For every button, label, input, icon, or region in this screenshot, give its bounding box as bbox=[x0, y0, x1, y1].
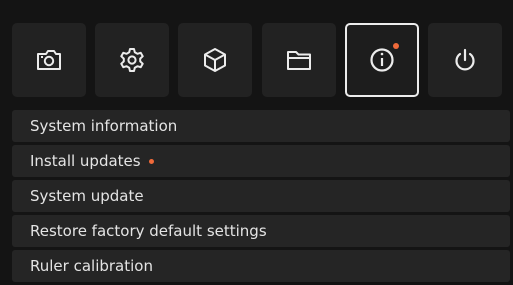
cube-icon bbox=[204, 48, 227, 72]
tab-info[interactable] bbox=[344, 23, 419, 97]
tab-camera[interactable] bbox=[12, 23, 86, 97]
settings-panel: System information Install updates Syste… bbox=[0, 0, 513, 282]
menu-item-system-information[interactable]: System information bbox=[12, 110, 510, 142]
camera-icon bbox=[37, 50, 61, 70]
power-icon bbox=[455, 48, 475, 71]
menu-item-label: Install updates bbox=[30, 152, 141, 170]
menu-item-install-updates[interactable]: Install updates bbox=[12, 145, 510, 177]
menu-item-system-update[interactable]: System update bbox=[12, 180, 510, 212]
info-menu: System information Install updates Syste… bbox=[12, 110, 510, 285]
tab-power[interactable] bbox=[427, 23, 502, 97]
menu-item-label: System information bbox=[30, 117, 178, 135]
menu-item-label: Ruler calibration bbox=[30, 257, 153, 275]
menu-item-label: System update bbox=[30, 187, 144, 205]
info-icon bbox=[370, 48, 394, 72]
notification-dot bbox=[148, 158, 154, 164]
folder-icon bbox=[286, 51, 311, 70]
tab-models[interactable] bbox=[178, 23, 253, 97]
toolbar bbox=[12, 23, 502, 97]
menu-item-ruler-calibration[interactable]: Ruler calibration bbox=[12, 250, 510, 282]
tab-settings[interactable] bbox=[95, 23, 170, 97]
tab-files[interactable] bbox=[261, 23, 336, 97]
notification-dot bbox=[392, 43, 399, 49]
menu-item-label: Restore factory default settings bbox=[30, 222, 267, 240]
gear-icon bbox=[120, 48, 144, 72]
menu-item-restore-factory-defaults[interactable]: Restore factory default settings bbox=[12, 215, 510, 247]
